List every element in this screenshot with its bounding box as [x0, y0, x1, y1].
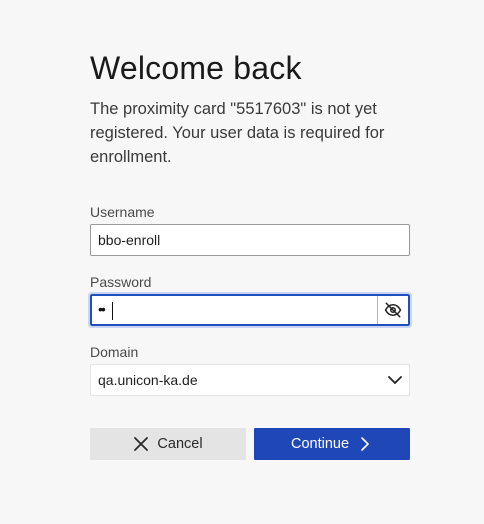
enrollment-message: The proximity card "5517603" is not yet … — [90, 100, 385, 166]
close-icon — [133, 436, 149, 452]
text-caret — [112, 302, 113, 320]
domain-select[interactable]: qa.unicon-ka.de — [90, 364, 410, 396]
show-password-button[interactable] — [377, 296, 408, 324]
domain-selected-value: qa.unicon-ka.de — [98, 372, 198, 388]
password-masked-value: •• — [98, 301, 106, 317]
cancel-label: Cancel — [157, 436, 203, 452]
page-title: Welcome back — [90, 50, 302, 86]
chevron-right-icon — [357, 436, 373, 452]
domain-label: Domain — [90, 344, 139, 360]
continue-button[interactable]: Continue — [254, 428, 410, 460]
password-label: Password — [90, 274, 152, 290]
username-field[interactable]: bbo-enroll — [90, 224, 410, 256]
continue-label: Continue — [290, 436, 350, 452]
password-field[interactable]: •• — [88, 292, 412, 328]
cancel-button[interactable]: Cancel — [90, 428, 246, 460]
username-value: bbo-enroll — [98, 232, 161, 248]
username-label: Username — [90, 204, 155, 220]
enrollment-dialog: Welcome back The proximity card "5517603… — [0, 0, 484, 524]
eye-off-icon — [384, 302, 402, 318]
chevron-down-icon — [388, 376, 402, 384]
